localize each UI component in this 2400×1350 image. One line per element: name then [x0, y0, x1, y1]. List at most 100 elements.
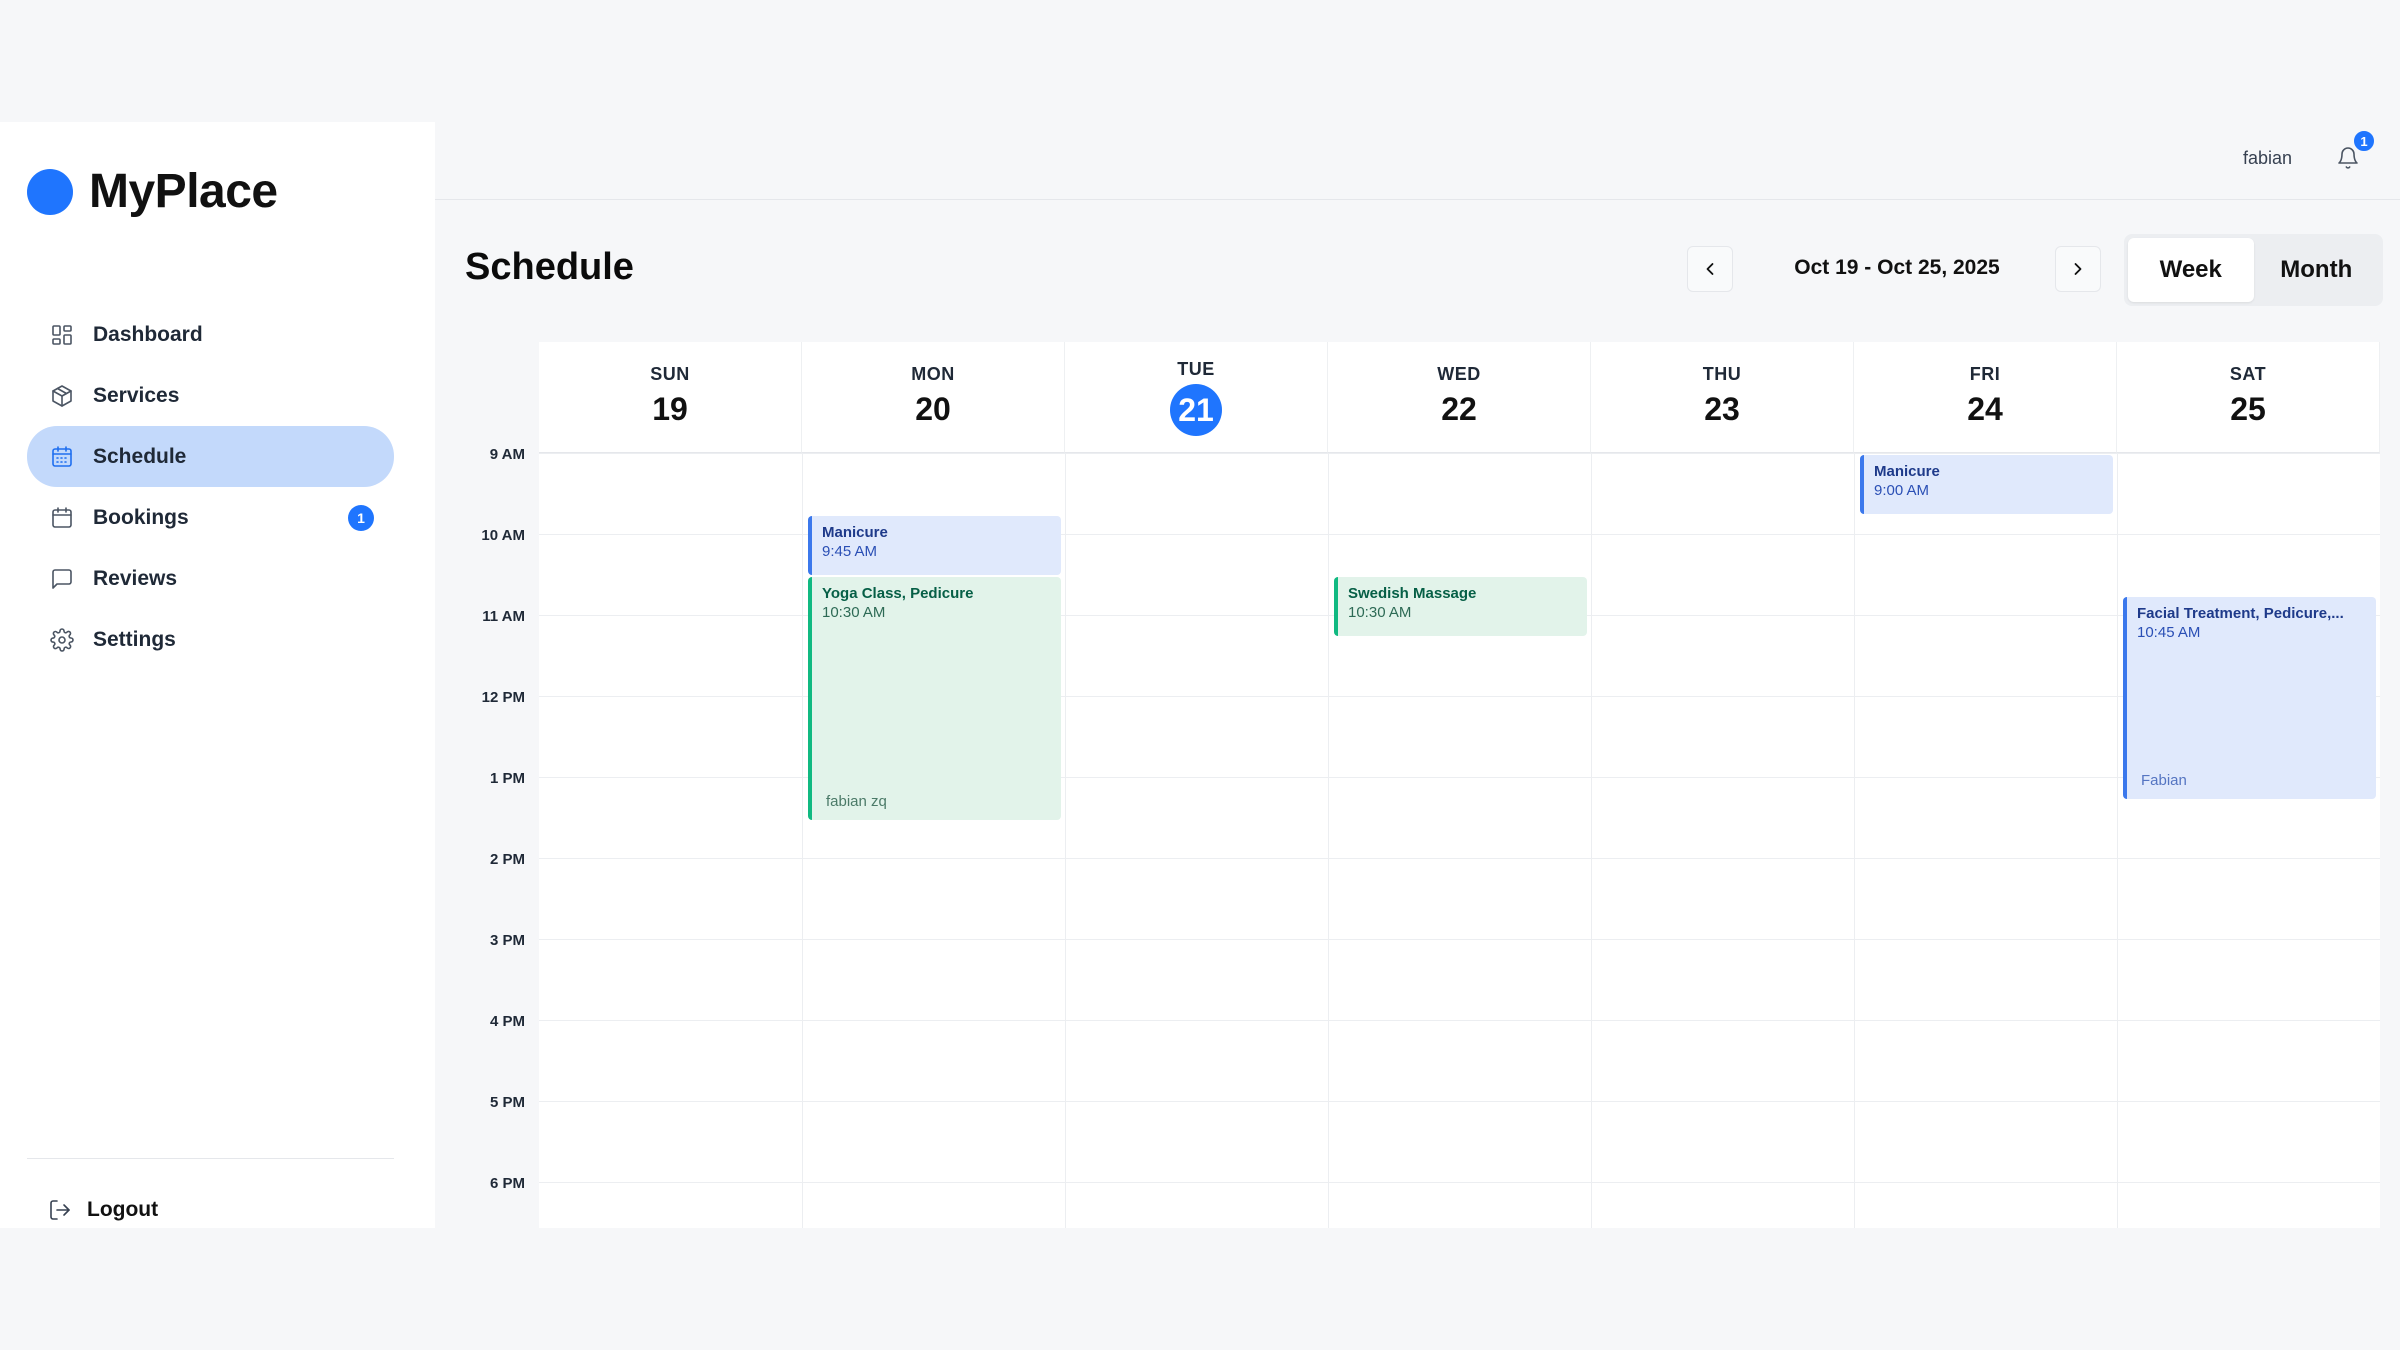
day-number: 24: [1967, 391, 2003, 427]
logout-label: Logout: [87, 1198, 159, 1221]
time-label: 9 AM: [489, 446, 525, 463]
day-divider: [1065, 453, 1066, 1228]
day-divider: [2117, 453, 2118, 1228]
today-date: 21: [1170, 384, 1222, 436]
logout-icon: [47, 1197, 73, 1223]
event-title: Manicure: [1874, 463, 1940, 480]
appointment-event[interactable]: Facial Treatment, Pedicure,... 10:45 AM Fa…: [2123, 596, 2376, 800]
notification-badge: 1: [2352, 129, 2376, 153]
event-time: 9:45 AM: [822, 542, 878, 560]
topbar: fabian 1: [435, 122, 2400, 200]
time-label: 5 PM: [489, 1094, 525, 1111]
appointment-event[interactable]: Yoga Class, Pedicure 10:30 AM fabian zq: [808, 576, 1061, 820]
brand[interactable]: MyPlace: [27, 164, 278, 219]
day-divider: [802, 453, 803, 1228]
view-toggle: Week Month: [2124, 234, 2383, 306]
day-number: 22: [1441, 391, 1477, 427]
event-title: Swedish Massage: [1348, 584, 1477, 602]
sidebar-item-settings[interactable]: Settings: [27, 609, 394, 670]
sidebar-item-reviews[interactable]: Reviews: [27, 548, 394, 609]
user-menu[interactable]: fabian: [2243, 148, 2292, 169]
hour-line: [539, 939, 2380, 940]
day-divider: [1854, 453, 1855, 1228]
package-icon: [49, 383, 75, 409]
hour-line: [539, 1101, 2380, 1102]
sidebar-divider: [27, 1158, 394, 1159]
time-label: 2 PM: [489, 851, 525, 868]
day-header-wed[interactable]: WED 22: [1328, 342, 1591, 453]
sidebar-item-bookings[interactable]: Bookings 1: [27, 487, 394, 548]
date-range: Oct 19 - Oct 25, 2025: [1794, 256, 2000, 279]
week-calendar: SUN 19 MON 20 TUE 21 WED 22 THU 23 FRI 24 SAT 25 Mani…: [465, 342, 2380, 1228]
day-of-week: SAT: [2229, 364, 2267, 384]
bookings-badge: 1: [348, 505, 374, 531]
sidebar-item-label: Services: [93, 383, 180, 407]
event-client: Fabian: [2141, 772, 2187, 790]
day-header-thu[interactable]: THU 23: [1591, 342, 1854, 453]
event-title: Manicure: [822, 523, 888, 541]
day-divider: [1591, 453, 1592, 1228]
previous-week-button[interactable]: [1687, 246, 1733, 292]
day-of-week: SUN: [650, 364, 690, 384]
brand-name: MyPlace: [89, 165, 278, 218]
day-of-week: MON: [911, 364, 955, 384]
grid-icon: [49, 322, 75, 348]
calendar-icon: [49, 444, 75, 470]
time-label: 1 PM: [489, 770, 525, 787]
day-number: 20: [915, 391, 951, 427]
time-label: 6 PM: [489, 1175, 525, 1192]
sidebar-item-label: Reviews: [93, 566, 178, 590]
next-week-button[interactable]: [2055, 246, 2101, 292]
appointment-event[interactable]: Manicure 9:00 AM: [1860, 455, 2113, 515]
event-time: 10:30 AM: [822, 603, 886, 621]
day-of-week: FRI: [1969, 364, 2001, 384]
day-of-week: THU: [1702, 364, 1742, 384]
event-title: Yoga Class, Pedicure: [822, 584, 974, 602]
schedule-header: Schedule Oct 19 - Oct 25, 2025 Week Mont…: [465, 226, 2383, 306]
hour-line: [539, 858, 2380, 859]
hour-line: [539, 1020, 2380, 1021]
sidebar-item-schedule[interactable]: Schedule: [27, 426, 394, 487]
day-header-sat[interactable]: SAT 25: [2117, 342, 2380, 453]
time-label: 4 PM: [489, 1013, 525, 1030]
day-header-sun[interactable]: SUN 19: [539, 342, 802, 453]
day-divider: [1328, 453, 1329, 1228]
event-title: Facial Treatment, Pedicure,...: [2137, 604, 2344, 622]
hour-line: [539, 1182, 2380, 1183]
sidebar-item-label: Schedule: [93, 444, 187, 468]
event-client: fabian zq: [826, 792, 887, 810]
sidebar-item-label: Bookings: [93, 505, 189, 529]
calendar-icon: [49, 505, 75, 531]
hour-line: [539, 453, 2380, 454]
chevron-left-icon: [1706, 263, 1714, 275]
month-view-button[interactable]: Month: [2254, 238, 2380, 302]
day-of-week: TUE: [1177, 359, 1215, 379]
day-of-week: WED: [1437, 364, 1481, 384]
week-view-button[interactable]: Week: [2128, 238, 2254, 302]
day-number: 23: [1704, 391, 1740, 427]
day-header-mon[interactable]: MON 20: [802, 342, 1065, 453]
page-title: Schedule: [465, 246, 634, 288]
calendar-grid[interactable]: Manicure 9:45 AM Yoga Class, Pedicure 10:30…: [539, 453, 2380, 1228]
brand-logo: [27, 168, 73, 215]
time-label: 11 AM: [482, 608, 525, 625]
event-time: 10:30 AM: [1348, 603, 1412, 621]
main-content: fabian 1 Schedule Oct 19 - Oct 25, 2025 …: [435, 122, 2400, 1228]
app: MyPlace Dashboard Services Schedule Book…: [0, 122, 2400, 1228]
appointment-event[interactable]: Swedish Massage 10:30 AM: [1334, 576, 1587, 636]
chevron-right-icon: [2074, 263, 2082, 275]
day-number: 19: [652, 391, 688, 427]
event-time: 10:45 AM: [2137, 623, 2201, 641]
sidebar-item-dashboard[interactable]: Dashboard: [27, 304, 394, 365]
sidebar-item-services[interactable]: Services: [27, 365, 394, 426]
time-label: 10 AM: [481, 527, 525, 544]
logout-button[interactable]: Logout: [47, 1197, 158, 1223]
appointment-event[interactable]: Manicure 9:45 AM: [808, 515, 1061, 575]
day-header-tue[interactable]: TUE 21: [1065, 342, 1328, 453]
gear-icon: [49, 627, 75, 653]
event-time: 9:00 AM: [1874, 482, 1930, 499]
time-label: 12 PM: [481, 689, 525, 706]
sidebar-item-label: Dashboard: [93, 322, 203, 346]
time-label: 3 PM: [489, 932, 525, 949]
day-header-fri[interactable]: FRI 24: [1854, 342, 2117, 453]
